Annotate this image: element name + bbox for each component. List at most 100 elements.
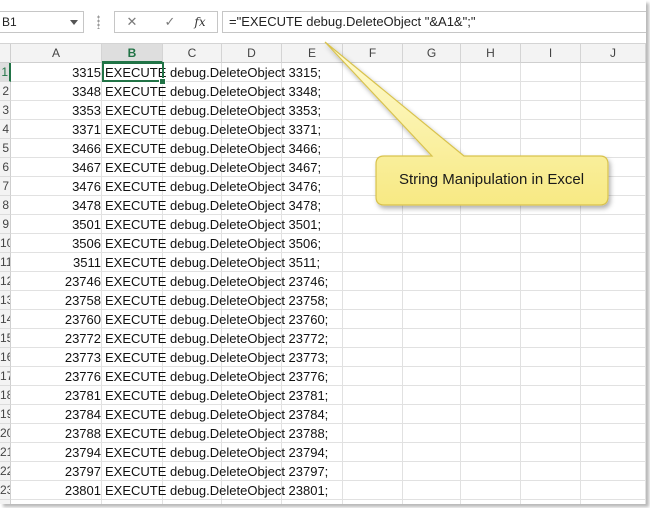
- cell-a[interactable]: 23772: [12, 329, 103, 348]
- enter-icon[interactable]: ✓: [157, 12, 183, 32]
- row-header[interactable]: 10: [0, 234, 11, 253]
- formula-buttons: ✕ ✓ fx: [114, 11, 218, 33]
- cell-b[interactable]: EXECUTE debug.DeleteObject 3467;: [105, 158, 321, 177]
- cell-b[interactable]: EXECUTE debug.DeleteObject 3348;: [105, 82, 321, 101]
- cell-a[interactable]: 3353: [12, 101, 103, 120]
- cell-b[interactable]: EXECUTE debug.DeleteObject 3315;: [105, 63, 321, 82]
- gridline: [402, 63, 403, 504]
- row-header[interactable]: 2: [0, 82, 11, 101]
- row-number: 3: [2, 103, 9, 117]
- cell-a[interactable]: 23794: [12, 443, 103, 462]
- column-header-a[interactable]: A: [11, 44, 102, 63]
- row-header[interactable]: 22: [0, 462, 11, 481]
- row-header[interactable]: 5: [0, 139, 11, 158]
- row-header[interactable]: 21: [0, 443, 11, 462]
- row-header[interactable]: 12: [0, 272, 11, 291]
- select-all-corner[interactable]: [0, 44, 11, 63]
- cell-a[interactable]: 23773: [12, 348, 103, 367]
- cell-b[interactable]: EXECUTE debug.DeleteObject 23788;: [105, 424, 328, 443]
- cell-b[interactable]: EXECUTE debug.DeleteObject 23797;: [105, 462, 328, 481]
- row-header[interactable]: 18: [0, 386, 11, 405]
- cell-a[interactable]: 3466: [12, 139, 103, 158]
- column-header-f[interactable]: F: [343, 44, 403, 63]
- column-header-g[interactable]: G: [403, 44, 461, 63]
- row-header[interactable]: 19: [0, 405, 11, 424]
- column-header-d[interactable]: D: [222, 44, 282, 63]
- row-header[interactable]: 24: [0, 500, 11, 504]
- row-header[interactable]: 6: [0, 158, 11, 177]
- excel-window: B1 ✕ ✓ fx ="EXECUTE debug.DeleteObject "…: [0, 0, 646, 504]
- cell-a[interactable]: 3501: [12, 215, 103, 234]
- resize-grip-icon[interactable]: [97, 15, 100, 29]
- row-header[interactable]: 14: [0, 310, 11, 329]
- row-header[interactable]: 15: [0, 329, 11, 348]
- row-header[interactable]: 23: [0, 481, 11, 500]
- cell-b[interactable]: EXECUTE debug.DeleteObject 23807;: [105, 500, 328, 504]
- cell-b[interactable]: EXECUTE debug.DeleteObject 3476;: [105, 177, 321, 196]
- cell-b[interactable]: EXECUTE debug.DeleteObject 23776;: [105, 367, 328, 386]
- cell-a[interactable]: 23776: [12, 367, 103, 386]
- row-header[interactable]: 16: [0, 348, 11, 367]
- cell-a[interactable]: 23784: [12, 405, 103, 424]
- cell-a[interactable]: 23797: [12, 462, 103, 481]
- row-header[interactable]: 3: [0, 101, 11, 120]
- cell-a[interactable]: 3348: [12, 82, 103, 101]
- gridline: [520, 63, 521, 504]
- cell-a[interactable]: 3467: [12, 158, 103, 177]
- cell-a[interactable]: 23781: [12, 386, 103, 405]
- gridline: [645, 63, 646, 504]
- row-number: 16: [0, 350, 10, 364]
- cell-b[interactable]: EXECUTE debug.DeleteObject 23801;: [105, 481, 328, 500]
- cell-a[interactable]: 23760: [12, 310, 103, 329]
- cell-b[interactable]: EXECUTE debug.DeleteObject 23781;: [105, 386, 328, 405]
- cell-b[interactable]: EXECUTE debug.DeleteObject 23772;: [105, 329, 328, 348]
- cell-a[interactable]: 3315: [12, 63, 103, 82]
- cell-b[interactable]: EXECUTE debug.DeleteObject 3371;: [105, 120, 321, 139]
- cell-a[interactable]: 3476: [12, 177, 103, 196]
- cell-a[interactable]: 3478: [12, 196, 103, 215]
- cell-b[interactable]: EXECUTE debug.DeleteObject 23784;: [105, 405, 328, 424]
- cell-b[interactable]: EXECUTE debug.DeleteObject 23746;: [105, 272, 328, 291]
- cell-a[interactable]: 3506: [12, 234, 103, 253]
- cell-b[interactable]: EXECUTE debug.DeleteObject 3478;: [105, 196, 321, 215]
- row-number: 13: [0, 293, 10, 307]
- row-header[interactable]: 20: [0, 424, 11, 443]
- cell-a[interactable]: 23746: [12, 272, 103, 291]
- row-header[interactable]: 11: [0, 253, 11, 272]
- column-header-e[interactable]: E: [282, 44, 343, 63]
- cell-b[interactable]: EXECUTE debug.DeleteObject 3501;: [105, 215, 321, 234]
- row-header[interactable]: 4: [0, 120, 11, 139]
- row-header[interactable]: 9: [0, 215, 11, 234]
- cell-a[interactable]: 23758: [12, 291, 103, 310]
- fill-handle[interactable]: [159, 78, 166, 85]
- formula-input[interactable]: ="EXECUTE debug.DeleteObject "&A1&";": [222, 11, 646, 33]
- cell-b[interactable]: EXECUTE debug.DeleteObject 23773;: [105, 348, 328, 367]
- cancel-icon[interactable]: ✕: [119, 12, 145, 32]
- cell-a[interactable]: 3511: [12, 253, 103, 272]
- column-header-c[interactable]: C: [163, 44, 222, 63]
- name-box[interactable]: B1: [0, 11, 84, 33]
- cell-b[interactable]: EXECUTE debug.DeleteObject 23760;: [105, 310, 328, 329]
- row-header[interactable]: 7: [0, 177, 11, 196]
- row-header[interactable]: 1: [0, 63, 11, 82]
- row-header[interactable]: 17: [0, 367, 11, 386]
- cell-b[interactable]: EXECUTE debug.DeleteObject 3466;: [105, 139, 321, 158]
- cell-b[interactable]: EXECUTE debug.DeleteObject 3506;: [105, 234, 321, 253]
- cell-a[interactable]: 23801: [12, 481, 103, 500]
- cell-a[interactable]: 23788: [12, 424, 103, 443]
- insert-function-icon[interactable]: fx: [187, 12, 213, 32]
- column-header-i[interactable]: I: [521, 44, 581, 63]
- row-number: 7: [2, 179, 9, 193]
- cell-a[interactable]: 23807: [12, 500, 103, 504]
- cell-a[interactable]: 3371: [12, 120, 103, 139]
- row-header[interactable]: 8: [0, 196, 11, 215]
- column-header-h[interactable]: H: [461, 44, 521, 63]
- cell-b[interactable]: EXECUTE debug.DeleteObject 3511;: [105, 253, 320, 272]
- cell-b[interactable]: EXECUTE debug.DeleteObject 23794;: [105, 443, 328, 462]
- cell-b[interactable]: EXECUTE debug.DeleteObject 23758;: [105, 291, 328, 310]
- column-header-j[interactable]: J: [581, 44, 646, 63]
- chevron-down-icon[interactable]: [70, 20, 78, 25]
- row-header[interactable]: 13: [0, 291, 11, 310]
- column-header-b[interactable]: B: [102, 44, 163, 63]
- cell-b[interactable]: EXECUTE debug.DeleteObject 3353;: [105, 101, 321, 120]
